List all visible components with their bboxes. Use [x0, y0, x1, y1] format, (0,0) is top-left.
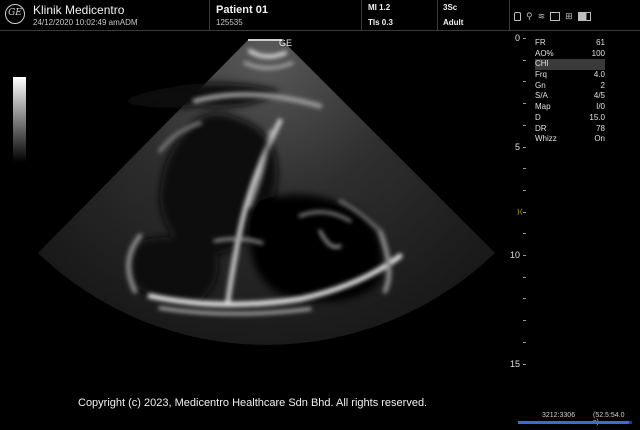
lock-icon [514, 11, 521, 21]
param-value: 4/5 [593, 91, 605, 101]
printer-icon [550, 11, 561, 21]
header-divider [361, 0, 362, 30]
depth-tick [523, 124, 526, 126]
copyright-text: Copyright (c) 2023, Medicentro Healthcar… [78, 397, 428, 409]
param-value: 78 [596, 123, 605, 133]
param-depth[interactable]: D 15.0 [535, 113, 605, 124]
battery-icon [577, 11, 591, 21]
clinic-name: Klinik Medicentro [33, 3, 125, 17]
param-label: DR [535, 123, 547, 133]
patient-id: 125535 [216, 18, 243, 27]
param-frequency[interactable]: Frq 4.0 [535, 70, 605, 81]
imaging-parameters: FR 61 AO% 100 CHI Frq 4.0 Gn 2 S/A 4/5 Map I/0… [535, 38, 605, 145]
header-divider [509, 0, 510, 30]
probe-name[interactable]: 3Sc [443, 3, 457, 12]
param-label: Frq [535, 70, 547, 80]
param-map[interactable]: Map I/0 [535, 102, 605, 113]
network-icon: ⊞ [565, 10, 573, 21]
focus-marker-icon[interactable]: ⟩⟨ [517, 208, 522, 217]
param-label: AO% [535, 48, 554, 58]
param-value: 100 [591, 48, 605, 58]
depth-tick [523, 168, 526, 170]
param-value: 61 [596, 38, 605, 47]
header-divider [209, 0, 210, 30]
param-label: Gn [535, 80, 546, 90]
depth-tick [523, 211, 526, 213]
param-label: D [535, 112, 541, 122]
param-label: CHI [535, 59, 549, 69]
param-chi[interactable]: CHI [535, 59, 605, 71]
exam-datetime: 24/12/2020 10:02:49 amADM [33, 18, 138, 27]
depth-tick [523, 363, 526, 365]
depth-tick [523, 103, 526, 105]
cine-progress-fill [518, 421, 629, 424]
param-value: On [594, 134, 605, 144]
param-gain[interactable]: Gn 2 [535, 81, 605, 92]
param-value: I/0 [596, 102, 605, 112]
depth-label: 0 [514, 33, 520, 43]
patient-name[interactable]: Patient 01 [216, 4, 268, 16]
depth-tick [523, 189, 526, 191]
depth-tick [523, 341, 526, 343]
ge-logo: GE [5, 4, 25, 24]
param-label: Whizz [535, 134, 557, 144]
header-divider [437, 0, 438, 30]
mechanical-index: MI 1.2 [368, 3, 391, 12]
param-label: S/A [535, 91, 548, 101]
param-value: 2 [600, 80, 605, 90]
depth-label: 15 [509, 358, 520, 369]
depth-tick [523, 298, 526, 300]
cine-frame-count: 3212:3306 [542, 412, 576, 419]
orientation-marker: GE [279, 38, 293, 48]
depth-label: 10 [509, 250, 520, 260]
wifi-icon: ≋ [537, 10, 546, 21]
usb-icon: ⚲ [526, 10, 533, 21]
cine-progress-bar[interactable] [518, 421, 632, 424]
depth-label: 5 [514, 141, 520, 152]
thermal-index: TIs 0.3 [368, 18, 393, 27]
param-label: Map [535, 102, 551, 112]
depth-tick [523, 146, 526, 148]
param-value: 15.0 [589, 112, 605, 122]
depth-tick [523, 233, 526, 235]
exam-preset[interactable]: Adult [443, 18, 463, 27]
param-sa[interactable]: S/A 4/5 [535, 91, 605, 102]
depth-tick [523, 276, 526, 278]
param-whizz[interactable]: Whizz On [535, 134, 605, 145]
header-bar: GE Klinik Medicentro 24/12/2020 10:02:49… [0, 0, 640, 31]
depth-scale: 0 5 10 15 ⟩⟨ [510, 31, 534, 376]
depth-tick [523, 81, 526, 83]
param-dynamic-range[interactable]: DR 78 [535, 124, 605, 135]
depth-tick [523, 59, 526, 61]
param-value: 4.0 [593, 70, 605, 80]
param-label: FR [535, 38, 546, 47]
depth-tick [523, 38, 526, 39]
param-acoustic-output[interactable]: AO% 100 [535, 49, 605, 60]
param-frame-rate[interactable]: FR 61 [535, 38, 605, 49]
depth-tick [523, 320, 526, 322]
cine-status[interactable]: 3212:3306 (52.5:54.0 s) [518, 412, 632, 427]
depth-tick [523, 255, 526, 256]
system-status-icons: ⚲ ≋ ⊞ [514, 9, 591, 23]
